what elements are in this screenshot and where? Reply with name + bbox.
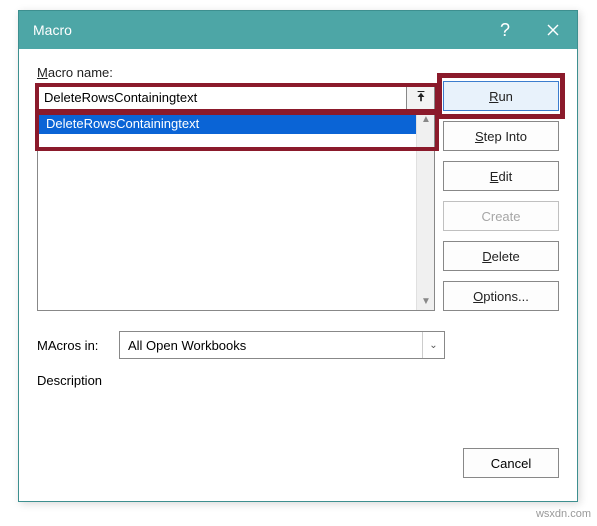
macro-dialog: Macro ? Macro name: DeleteRow xyxy=(18,10,578,502)
macros-in-combo[interactable]: All Open Workbooks ⌄ xyxy=(119,331,445,359)
scroll-up-icon[interactable]: ▲ xyxy=(417,110,435,128)
goto-button[interactable] xyxy=(407,84,435,110)
help-button[interactable]: ? xyxy=(481,11,529,49)
close-icon xyxy=(547,24,559,36)
macros-in-value: All Open Workbooks xyxy=(128,338,246,353)
edit-button[interactable]: Edit xyxy=(443,161,559,191)
step-into-button[interactable]: Step Into xyxy=(443,121,559,151)
dialog-title: Macro xyxy=(33,22,481,38)
button-column: Run Step Into Edit Create Delete Options… xyxy=(443,81,559,311)
list-item[interactable]: DeleteRowsContainingtext xyxy=(38,112,434,134)
macros-in-row: MAcros in: All Open Workbooks ⌄ xyxy=(37,331,559,359)
create-button: Create xyxy=(443,201,559,231)
titlebar: Macro ? xyxy=(19,11,577,49)
macro-name-input[interactable] xyxy=(37,84,407,110)
goto-icon xyxy=(415,91,427,103)
macros-in-label: MAcros in: xyxy=(37,338,109,353)
scrollbar[interactable]: ▲ ▼ xyxy=(416,110,434,310)
watermark: wsxdn.com xyxy=(536,508,591,520)
list-item-label: DeleteRowsContainingtext xyxy=(46,116,199,131)
scroll-down-icon[interactable]: ▼ xyxy=(417,292,435,310)
run-button[interactable]: Run xyxy=(443,81,559,111)
description-label: Description xyxy=(37,373,559,388)
close-button[interactable] xyxy=(529,11,577,49)
chevron-down-icon: ⌄ xyxy=(422,332,444,358)
macro-name-label: Macro name: xyxy=(37,65,559,80)
cancel-button[interactable]: Cancel xyxy=(463,448,559,478)
options-button[interactable]: Options... xyxy=(443,281,559,311)
macro-list[interactable]: DeleteRowsContainingtext xyxy=(37,111,435,311)
delete-button[interactable]: Delete xyxy=(443,241,559,271)
macro-name-area: DeleteRowsContainingtext ▲ ▼ xyxy=(37,84,435,311)
